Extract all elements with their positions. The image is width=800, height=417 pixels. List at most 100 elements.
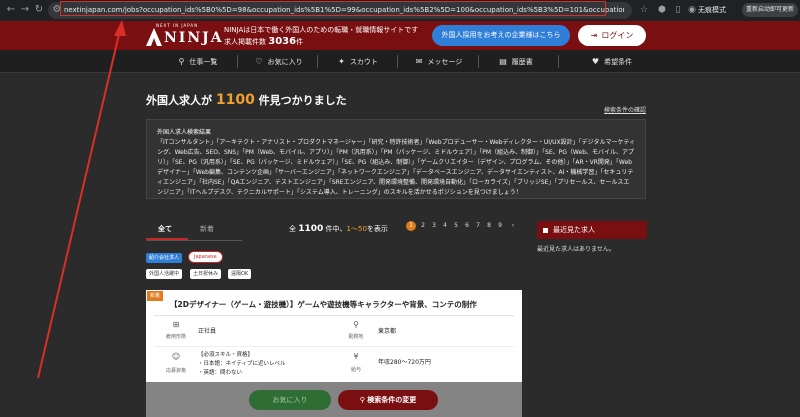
back-arrow-icon[interactable]: ←: [4, 3, 18, 17]
forward-arrow-icon[interactable]: →: [18, 3, 32, 17]
login-button[interactable]: ⇥ ログイン: [578, 25, 646, 46]
summary-mid: 件中、: [325, 225, 347, 233]
incognito-label: 无痕模式: [698, 6, 726, 14]
menu-item-label: 仕事一覧: [189, 58, 218, 66]
extensions-icon[interactable]: ⬢: [656, 4, 668, 16]
incognito-icon: ◉: [688, 5, 696, 15]
favorite-button[interactable]: お気に入り: [249, 390, 331, 410]
location-value: 東京都: [378, 328, 397, 335]
criteria-heading: 外国人求人検索結果: [157, 129, 212, 136]
menu-item-label: お気に入り: [267, 58, 303, 66]
menu-divider: [397, 55, 398, 68]
menu-item-jobs[interactable]: ⚲ 仕事一覧: [172, 50, 224, 73]
logo-text: NINJA: [164, 30, 224, 46]
tab-new[interactable]: 新着: [200, 223, 214, 235]
scout-icon: ✦: [338, 57, 345, 66]
page-link[interactable]: 3: [429, 221, 439, 231]
sticky-action-bar: [146, 382, 522, 417]
menu-divider: [237, 55, 238, 68]
site-info-icon[interactable]: ⚙: [51, 3, 63, 17]
main-menu: ⚲ 仕事一覧 ♡ お気に入り ✦ スカウト ✉ メッセージ ▤ 履歴書 ♥ 希望条件: [0, 50, 800, 73]
qualification-line: 【必須スキル・資格】: [198, 352, 254, 358]
menu-item-label: 希望条件: [604, 58, 633, 66]
job-count-number: 3036: [268, 36, 297, 47]
sidebar-icon[interactable]: ▯: [672, 4, 684, 16]
summary-prefix: 全: [289, 225, 296, 233]
bookmark-star-icon[interactable]: ☆: [638, 4, 650, 16]
tag-foreigners-active: 外国人活躍中: [146, 269, 183, 279]
results-count: 1100: [215, 92, 255, 108]
message-icon: ✉: [415, 57, 423, 66]
recent-heading-label: 最近見た求人: [553, 226, 595, 234]
job-title[interactable]: 【2Dデザイナー（ゲーム・遊技機）】ゲームや遊技機等キャラクターや背景、コンテの…: [170, 299, 477, 310]
browser-toolbar: ← → ↻ ⚙ nextinjapan.com/jobs?occupation_…: [0, 0, 800, 21]
results-title-prefix: 外国人求人が: [146, 94, 212, 107]
check-conditions-link[interactable]: 検索条件の確認: [604, 105, 646, 114]
reload-icon[interactable]: ↻: [32, 3, 46, 17]
ninja-mark-icon: [146, 28, 162, 46]
menu-item-resume[interactable]: ▤ 履歴書: [492, 50, 540, 73]
menu-item-favorites[interactable]: ♡ お気に入り: [250, 50, 308, 73]
summary-total: 1100: [298, 224, 324, 234]
employment-value: 正社員: [198, 328, 217, 335]
heart-icon: ♥: [591, 57, 600, 66]
square-bullet-icon: [543, 227, 548, 233]
summary-range: 1〜50: [346, 225, 367, 233]
tab-baseline: [146, 240, 242, 241]
search-icon: ⚲: [178, 57, 185, 66]
employer-button[interactable]: 外国人採用をお考えの企業様はこちら: [432, 25, 570, 46]
page-link[interactable]: 6: [462, 221, 472, 231]
summary-suffix: を表示: [366, 225, 388, 233]
page-link[interactable]: 4: [440, 221, 450, 231]
row-divider: [154, 346, 514, 347]
search-criteria-box: 外国人求人検索結果 「ITコンサルタント」「アーキテクト・アナリスト・プロダクト…: [146, 119, 646, 199]
new-badge: 新着: [147, 291, 163, 301]
results-title-suffix: 件見つかりました: [258, 94, 347, 107]
site-tagline: NINJAは日本で働く外国人のための転職・就職情報サイトです: [224, 26, 419, 34]
page-link[interactable]: 5: [451, 221, 461, 231]
change-search-button[interactable]: ⚲ 検索条件の変更: [338, 390, 438, 410]
tag-japanese: Japanese: [188, 251, 223, 263]
menu-item-preferences[interactable]: ♥ 希望条件: [584, 50, 640, 73]
menu-item-scout[interactable]: ✦ スカウト: [332, 50, 384, 73]
criteria-text: 「ITコンサルタント」「アーキテクト・アナリスト・プロダクトマネージャー」「研究…: [157, 139, 636, 196]
card-divider: [154, 315, 514, 316]
page-link[interactable]: 9: [495, 221, 505, 231]
results-title: 外国人求人が 1100 件見つかりました: [146, 92, 347, 108]
job-count-prefix: 求人掲載件数: [224, 38, 266, 46]
address-bar[interactable]: ⚙ nextinjapan.com/jobs?occupation_ids%5B…: [48, 2, 632, 19]
menu-item-messages[interactable]: ✉ メッセージ: [410, 50, 468, 73]
resume-icon: ▤: [499, 57, 507, 66]
employment-label: 雇用形態: [165, 334, 186, 340]
menu-divider: [558, 55, 559, 68]
tab-all[interactable]: 全て: [158, 223, 172, 235]
page-link[interactable]: 7: [473, 221, 483, 231]
qualification-label: 応募資格: [165, 368, 186, 374]
briefcase-icon: ⊞: [172, 320, 180, 329]
salary-value: 年収280〜720万円: [378, 359, 431, 366]
tag-remote-ok: 遠隔OK: [228, 269, 252, 279]
change-search-label: 検索条件の変更: [367, 396, 417, 404]
yen-icon: ¥: [353, 352, 359, 361]
update-button[interactable]: 重新启动即可更新: [742, 3, 798, 17]
login-label: ログイン: [601, 31, 634, 40]
menu-item-label: スカウト: [349, 58, 378, 66]
ninja-logo[interactable]: NEXT IN JAPAN NINJA: [146, 23, 222, 48]
heart-icon: ♡: [255, 57, 263, 66]
tag-agency-job: 紹介会社求人: [146, 253, 183, 263]
url-text[interactable]: nextinjapan.com/jobs?occupation_ids%5B0%…: [64, 2, 624, 19]
job-count: 求人掲載件数 3036件: [224, 36, 303, 47]
recent-jobs-empty: 最近見た求人はありません。: [537, 246, 615, 253]
person-icon: ☺: [171, 352, 181, 361]
tag-weekends-off: 土日祝休み: [190, 269, 222, 279]
qualification-line: ・日本語：ネイティブに近いレベル: [198, 361, 286, 367]
location-pin-icon: ⚲: [353, 320, 359, 329]
page-link[interactable]: 8: [484, 221, 494, 231]
page-link[interactable]: 1: [406, 221, 416, 231]
result-range-summary: 全 1100 件中、1〜50を表示: [289, 224, 388, 234]
salary-label: 給与: [350, 367, 361, 373]
location-label: 勤務地: [348, 334, 364, 340]
job-count-suffix: 件: [296, 38, 304, 46]
page-link[interactable]: 2: [418, 221, 428, 231]
next-page-icon[interactable]: ›: [508, 221, 518, 231]
